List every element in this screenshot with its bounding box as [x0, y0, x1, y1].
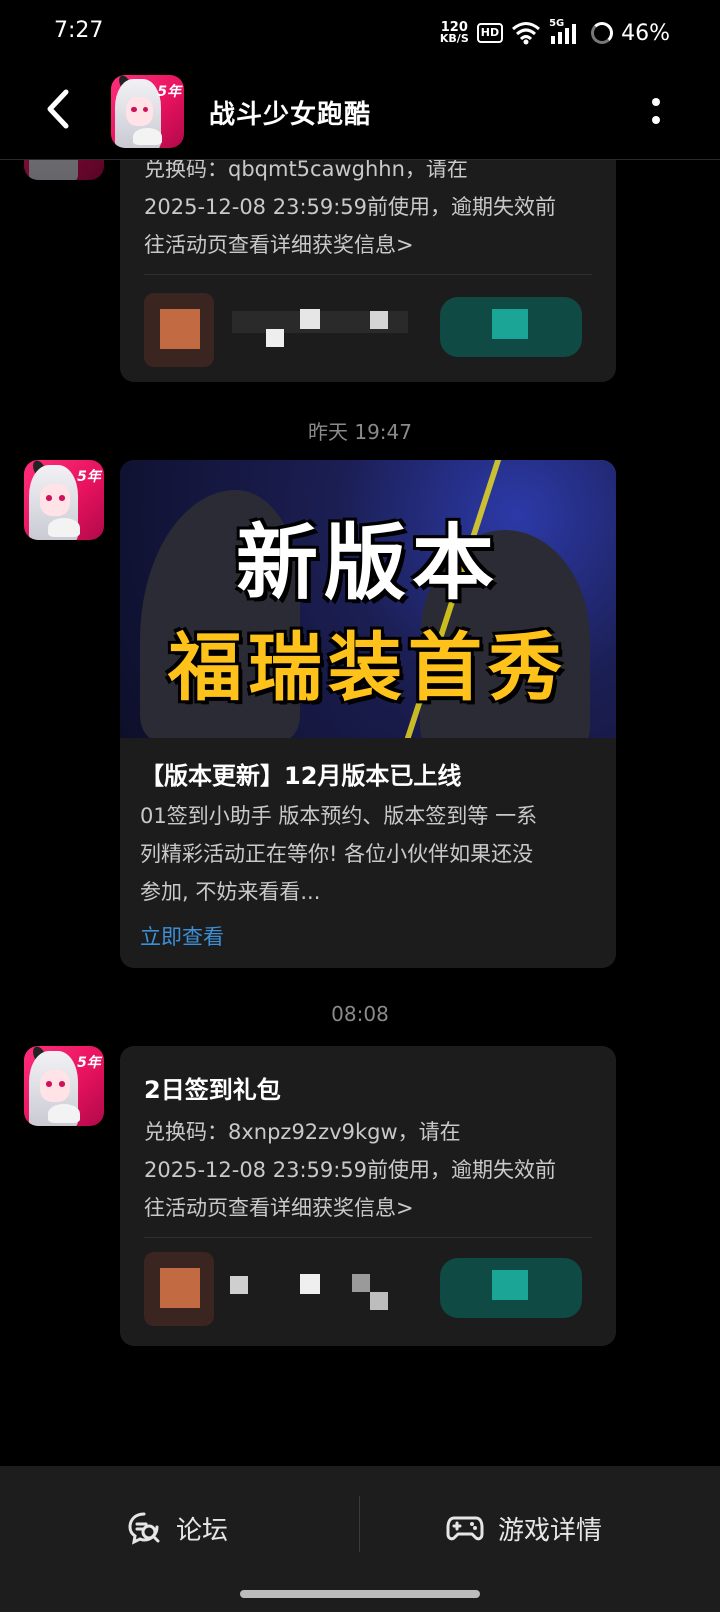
pixel-block	[370, 1292, 388, 1310]
sender-avatar[interactable]: 5年	[24, 460, 104, 540]
pixel-block	[352, 1274, 370, 1292]
reward-info-link[interactable]: 往活动页查看详细获奖信息>	[144, 1189, 592, 1227]
banner-subheadline: 福瑞装首秀	[168, 625, 568, 711]
game-avatar[interactable]: 5年	[111, 75, 184, 148]
redeem-code-text: 兑换码：8xnpz92zv9kgw，请在	[144, 1120, 461, 1144]
forum-chat-icon	[128, 1512, 160, 1545]
gamepad-icon	[446, 1516, 484, 1541]
pixel-block	[300, 1274, 320, 1294]
message-title: 2日签到礼包	[144, 1076, 281, 1104]
pixel-block	[300, 309, 320, 329]
message-description-line: 参加, 不妨来看看...	[140, 880, 321, 904]
expiry-text: 2025-12-08 23:59:59前使用，逾期失效前	[144, 195, 557, 219]
gift-icon	[160, 309, 200, 349]
reward-items	[120, 1238, 616, 1346]
anniversary-badge: 5年	[157, 83, 182, 100]
expiry-text: 2025-12-08 23:59:59前使用，逾期失效前	[144, 1158, 557, 1182]
timestamp: 08:08	[331, 1002, 389, 1026]
message-card-version-update[interactable]: 新版本 福瑞装首秀 【版本更新】12月版本已上线 01签到小助手 版本预约、版本…	[120, 460, 616, 968]
view-now-link[interactable]: 立即查看	[140, 921, 592, 951]
page-title: 战斗少女跑酷	[209, 100, 372, 130]
reward-items	[120, 275, 616, 382]
forum-button[interactable]: 论坛	[126, 1498, 228, 1558]
reward-info-link[interactable]: 往活动页查看详细获奖信息>	[144, 226, 592, 264]
pixel-block	[266, 329, 284, 347]
back-button[interactable]	[36, 84, 86, 134]
pixel-block	[230, 1276, 248, 1294]
back-arrow-icon	[47, 89, 69, 129]
timestamp: 昨天 19:47	[308, 420, 412, 444]
more-options-button[interactable]	[646, 92, 666, 132]
banner-headline: 新版本	[235, 516, 500, 611]
anniversary-badge: 5年	[77, 469, 101, 486]
message-card-gift-2[interactable]: 2日签到礼包 兑换码：8xnpz92zv9kgw，请在 2025-12-08 2…	[120, 1046, 616, 1346]
bottom-action-bar: 论坛 游戏详情	[0, 1466, 720, 1612]
message-feed[interactable]: 兑换码：qbqmt5cawghhn，请在 2025-12-08 23:59:59…	[0, 0, 720, 1466]
divider	[359, 1496, 360, 1552]
gift-icon	[160, 1268, 200, 1308]
game-details-button[interactable]: 游戏详情	[446, 1498, 602, 1558]
more-dot-icon	[652, 98, 660, 106]
message-description-line: 01签到小助手 版本预约、版本签到等 一系	[140, 804, 538, 828]
message-title: 【版本更新】12月版本已上线	[140, 762, 462, 790]
pixel-block	[370, 311, 388, 329]
home-indicator[interactable]	[240, 1590, 480, 1598]
pixel-block	[492, 309, 528, 339]
game-details-label: 游戏详情	[498, 1515, 603, 1546]
pixel-block	[492, 1270, 528, 1300]
banner-image[interactable]: 新版本 福瑞装首秀	[120, 460, 616, 738]
forum-label: 论坛	[176, 1515, 229, 1546]
chat-header: 5年 战斗少女跑酷	[0, 66, 720, 160]
sender-avatar[interactable]: 5年	[24, 1046, 104, 1126]
more-dot-icon	[652, 116, 660, 124]
message-description-line: 列精彩活动正在等你! 各位小伙伴如果还没	[140, 842, 534, 866]
anniversary-badge: 5年	[77, 1055, 101, 1072]
